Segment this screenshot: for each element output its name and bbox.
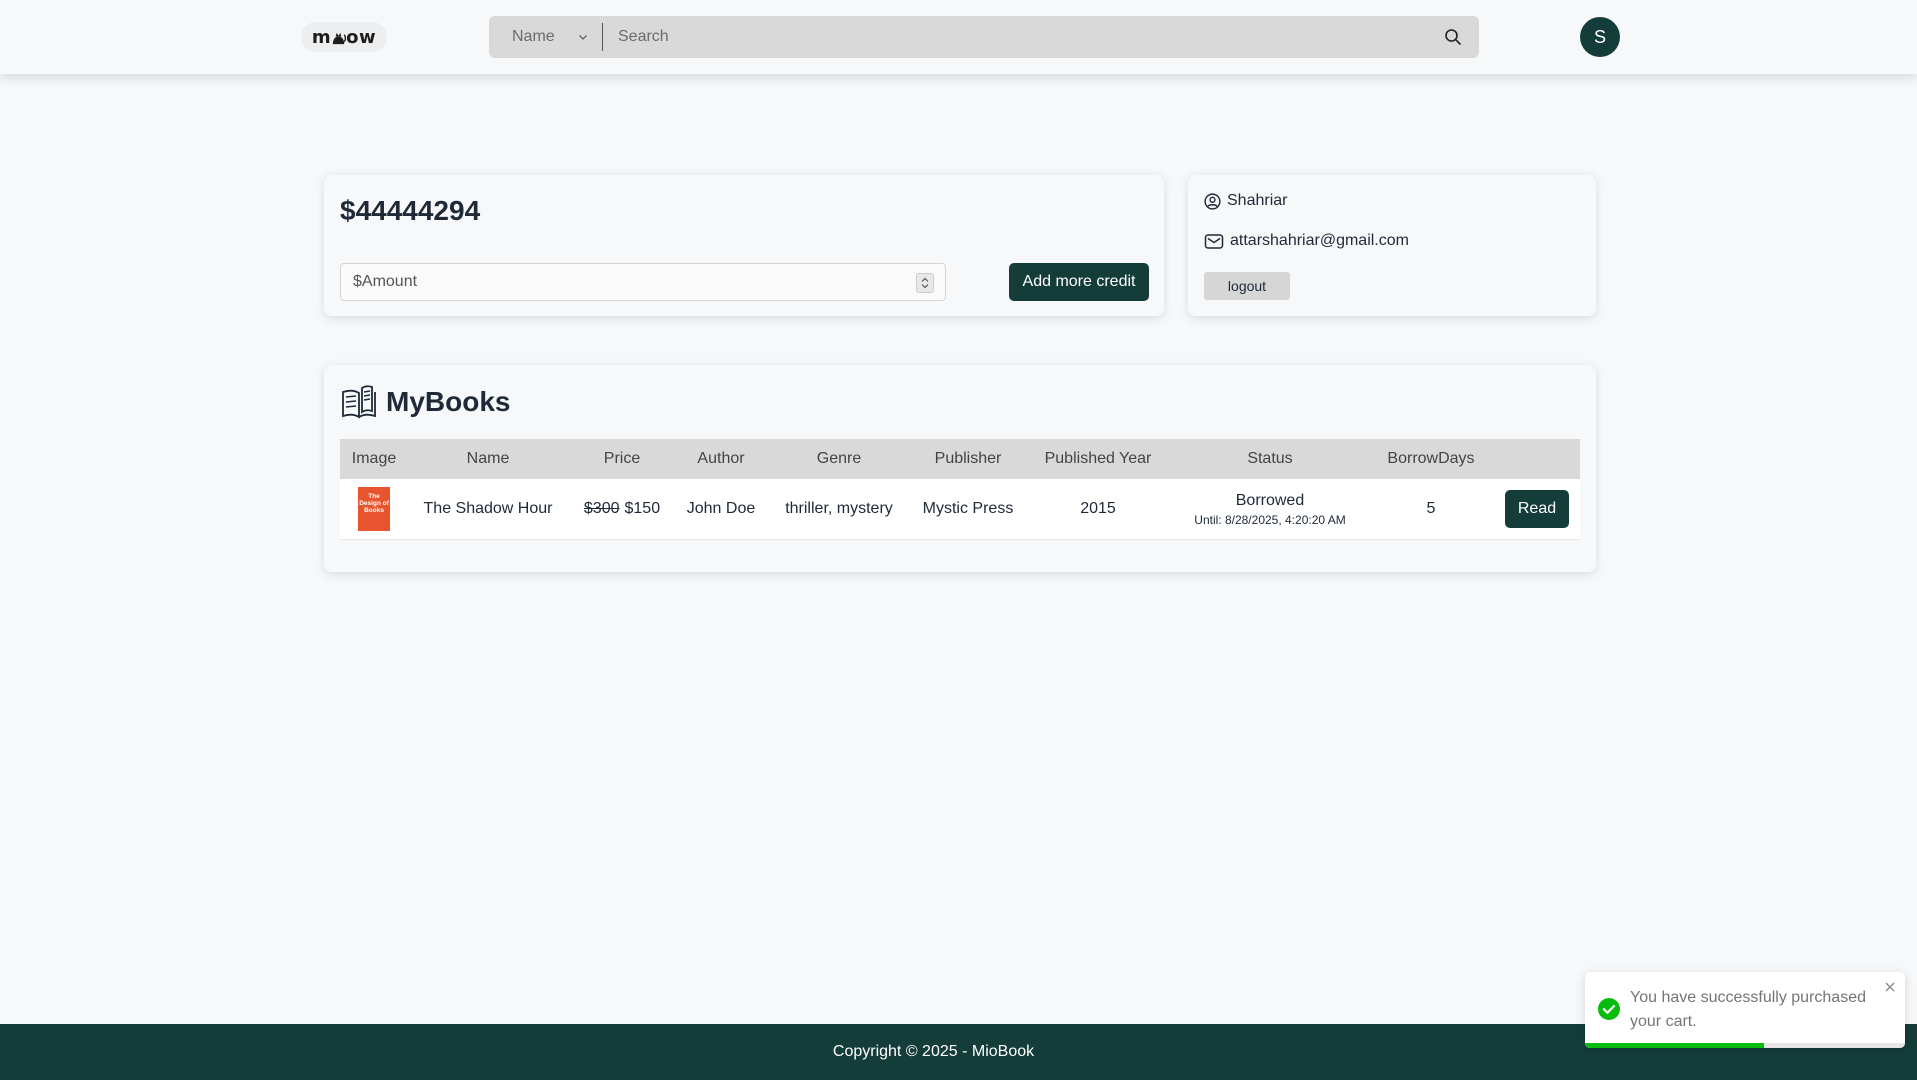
profile-name: Shahriar	[1227, 192, 1288, 209]
profile-name-row: Shahriar	[1204, 192, 1287, 210]
mail-icon	[1204, 233, 1224, 249]
book-original-price: $300	[583, 500, 620, 517]
column-header-author: Author	[697, 450, 745, 467]
book-cover-image[interactable]: The Design of Books	[358, 487, 390, 531]
my-books-panel: MyBooks Image Name Price Author Genre Pu…	[324, 365, 1596, 572]
search-icon	[1445, 29, 1461, 45]
column-header-image: Image	[351, 450, 397, 467]
open-book-icon	[342, 385, 376, 419]
my-books-title: MyBooks	[386, 386, 511, 417]
book-cover-cell: The Design of Books	[340, 487, 408, 531]
column-header-name: Name	[466, 450, 510, 467]
amount-field-wrapper	[340, 263, 946, 301]
my-books-heading: MyBooks	[340, 383, 510, 421]
cat-logo-icon	[333, 32, 347, 44]
toast-progress-track	[1585, 1043, 1905, 1048]
books-table: Image Name Price Author Genre Publisher …	[340, 439, 1580, 540]
column-header-price: Price	[603, 450, 641, 467]
chevron-down-icon	[579, 35, 587, 40]
credit-panel: $44444294 Add more credit	[324, 175, 1164, 316]
logo-text-left: m	[311, 26, 332, 48]
profile-panel: Shahriar attarshahriar@gmail.com logout	[1188, 175, 1596, 316]
logo[interactable]: m ow	[301, 22, 387, 52]
book-price: $150	[624, 500, 661, 517]
user-avatar[interactable]: S	[1580, 17, 1620, 57]
book-name: The Shadow Hour	[423, 500, 553, 517]
success-toast[interactable]: You have successfully purchased your car…	[1585, 972, 1905, 1048]
column-header-published-year: Published Year	[1044, 450, 1152, 467]
avatar-initial: S	[1593, 26, 1606, 47]
amount-stepper[interactable]	[916, 273, 934, 293]
check-circle-icon	[1598, 998, 1620, 1020]
book-status-until: Until: 8/28/2025, 4:20:20 AM	[1194, 512, 1346, 527]
search-bar: Name	[489, 16, 1479, 58]
close-icon[interactable]	[1883, 980, 1897, 994]
book-publisher: Mystic Press	[922, 500, 1014, 517]
toast-progress-bar	[1585, 1043, 1765, 1048]
top-navbar: m ow Name S	[0, 0, 1917, 74]
column-header-status: Status	[1247, 450, 1293, 467]
column-header-borrow-days: BorrowDays	[1387, 450, 1475, 467]
search-button[interactable]	[1427, 16, 1479, 58]
book-genre: thriller, mystery	[785, 500, 893, 517]
book-author: John Doe	[686, 500, 756, 517]
column-header-publisher: Publisher	[934, 450, 1002, 467]
table-row: The Design of Books The Shadow Hour $300…	[340, 479, 1580, 540]
search-input[interactable]	[603, 16, 1427, 58]
footer-copyright: Copyright © 2025 - MioBook	[832, 1043, 1035, 1060]
column-header-genre: Genre	[816, 450, 862, 467]
book-published-year: 2015	[1080, 500, 1116, 517]
user-circle-icon	[1204, 192, 1221, 210]
search-field-select[interactable]: Name	[489, 16, 602, 58]
stepper-arrows-icon	[921, 277, 929, 289]
book-status-cell: Borrowed Until: 8/28/2025, 4:20:20 AM	[1172, 492, 1368, 527]
profile-email: attarshahriar@gmail.com	[1230, 232, 1409, 249]
profile-email-row: attarshahriar@gmail.com	[1204, 232, 1409, 250]
add-credit-button[interactable]: Add more credit	[1009, 263, 1149, 301]
read-button[interactable]: Read	[1505, 490, 1569, 528]
table-header: Image Name Price Author Genre Publisher …	[340, 439, 1580, 479]
book-borrow-days: 5	[1426, 500, 1436, 517]
book-action-cell: Read	[1494, 490, 1580, 528]
toast-message: You have successfully purchased your car…	[1630, 989, 1866, 1030]
credit-balance: $44444294	[340, 195, 481, 226]
logout-button[interactable]: logout	[1204, 272, 1290, 300]
search-select-value: Name	[512, 28, 555, 45]
logo-text-right: ow	[346, 26, 377, 48]
book-status: Borrowed	[1235, 491, 1305, 509]
book-price-cell: $300 $150	[568, 500, 676, 518]
amount-input[interactable]	[341, 264, 945, 300]
